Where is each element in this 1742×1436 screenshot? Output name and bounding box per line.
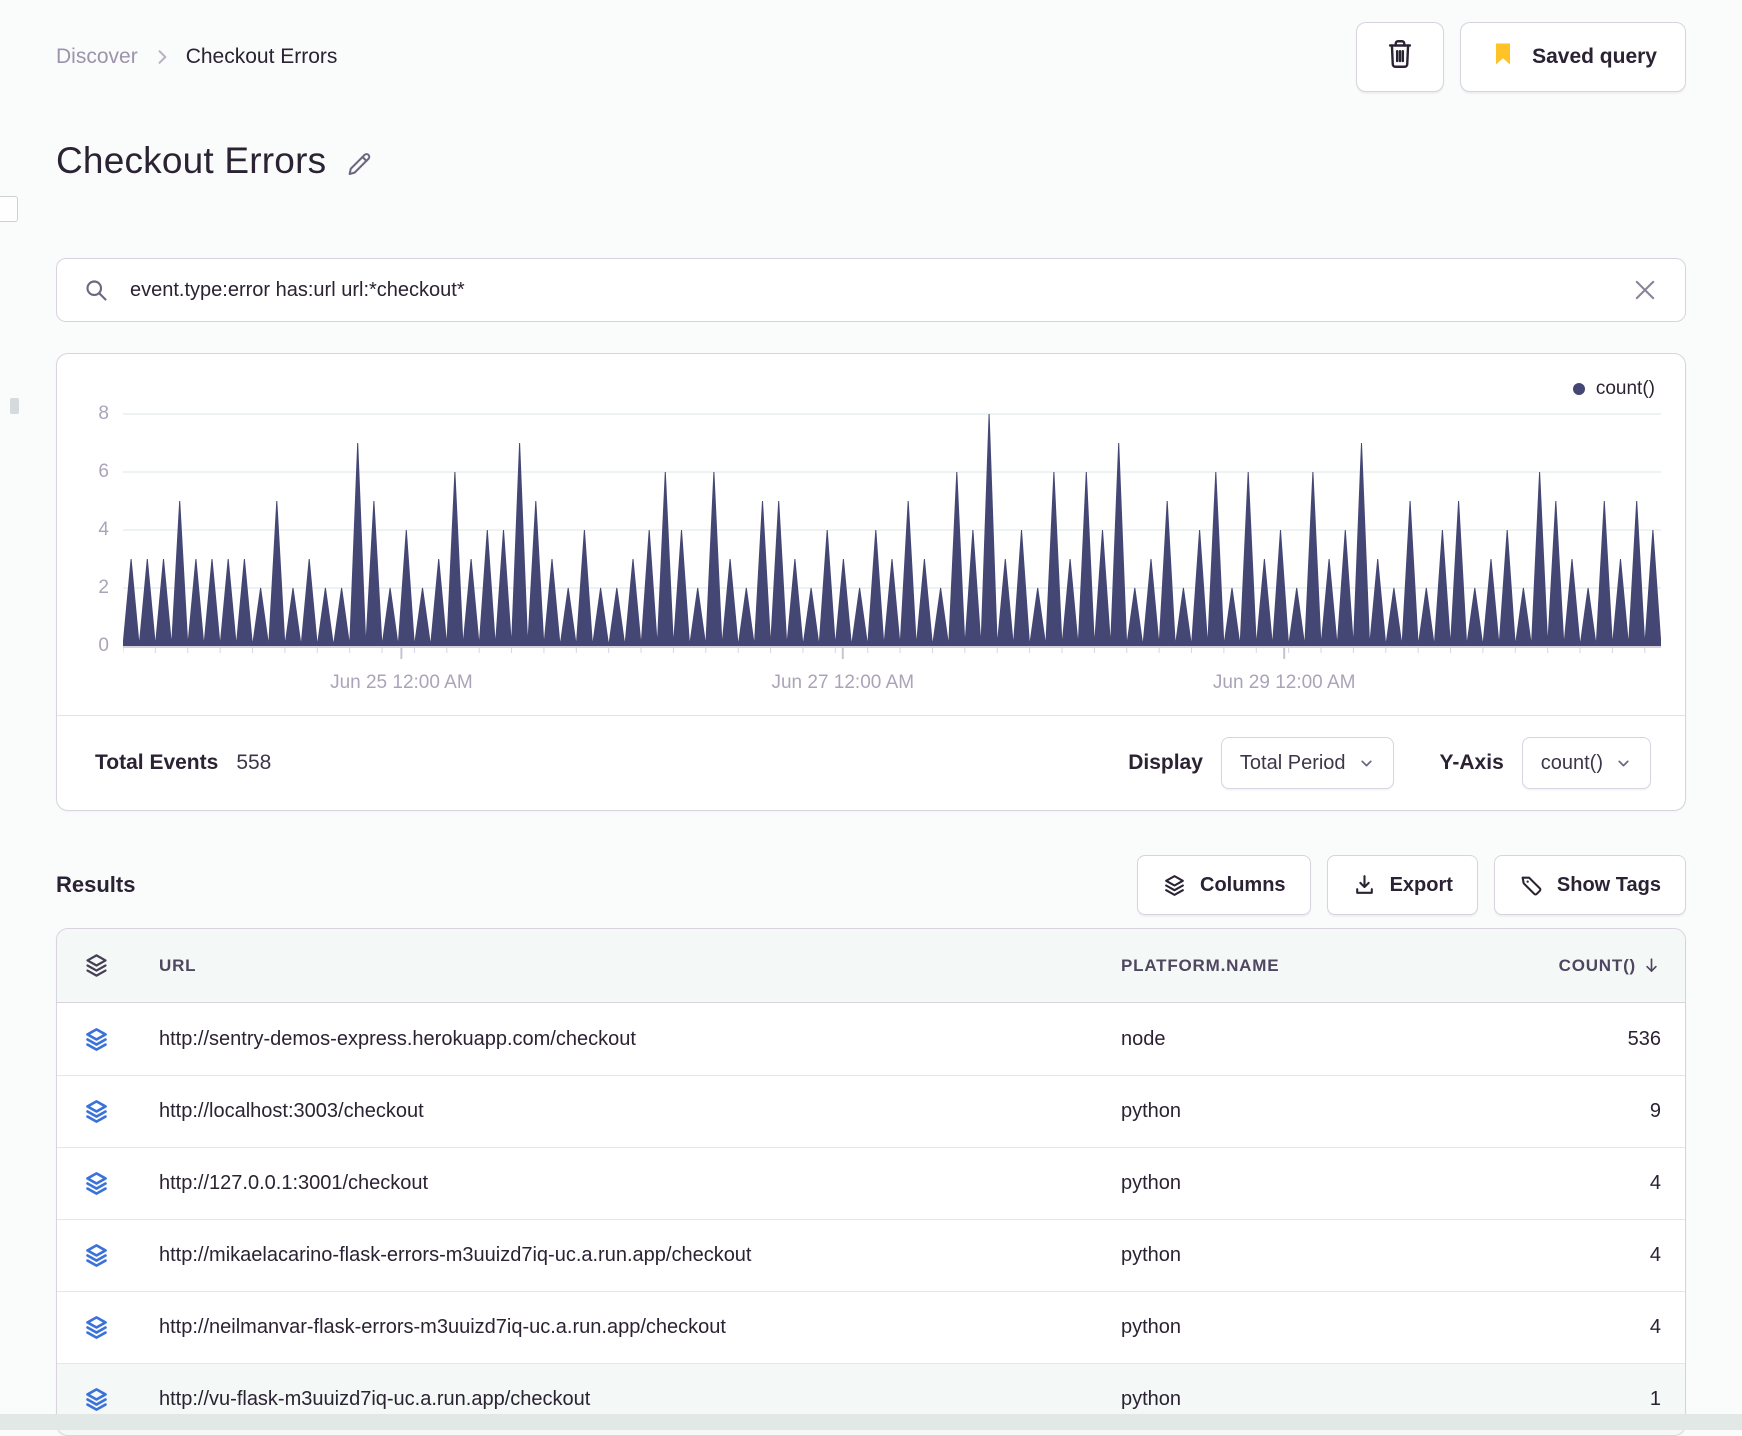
breadcrumb-current: Checkout Errors <box>185 45 338 68</box>
show-tags-label: Show Tags <box>1556 873 1661 896</box>
title-row: Checkout Errors <box>56 140 1686 182</box>
table-header: URL PLATFORM.NAME COUNT() <box>57 929 1685 1003</box>
saved-query-button[interactable]: Saved query <box>1460 22 1686 92</box>
row-url: http://vu-flask-m3uuizd7iq-uc.a.run.app/… <box>159 1388 591 1410</box>
download-icon <box>1352 873 1377 898</box>
stack-icon[interactable] <box>57 952 135 979</box>
chevron-right-icon <box>152 47 172 67</box>
stack-icon[interactable] <box>57 1386 135 1413</box>
search-input[interactable] <box>130 278 1611 302</box>
table-row[interactable]: http://neilmanvar-flask-errors-m3uuizd7i… <box>57 1291 1685 1363</box>
page: Discover Checkout Errors Saved query Che… <box>0 0 1742 1436</box>
stack-icon[interactable] <box>57 1242 135 1269</box>
bookmark-icon <box>1489 40 1517 74</box>
clear-search-icon[interactable] <box>1631 276 1659 304</box>
tag-icon <box>1519 873 1544 898</box>
row-url: http://mikaelacarino-flask-errors-m3uuiz… <box>159 1244 752 1266</box>
export-label: Export <box>1389 873 1453 896</box>
x-tick-label: Jun 25 12:00 AM <box>330 672 473 693</box>
page-bottom-strip <box>0 1414 1742 1430</box>
y-tick-label: 0 <box>98 635 109 656</box>
x-tick-label: Jun 29 12:00 AM <box>1212 672 1356 693</box>
y-tick-label: 6 <box>98 461 109 482</box>
breadcrumb-discover[interactable]: Discover <box>56 45 138 69</box>
trash-icon <box>1383 37 1417 77</box>
table-row[interactable]: http://mikaelacarino-flask-errors-m3uuiz… <box>57 1219 1685 1291</box>
stack-icon[interactable] <box>57 1170 135 1197</box>
y-tick-label: 4 <box>98 519 109 540</box>
row-count: 4 <box>1649 1172 1661 1194</box>
show-tags-button[interactable]: Show Tags <box>1493 855 1686 915</box>
yaxis-dropdown-value: count() <box>1540 751 1603 774</box>
saved-query-label: Saved query <box>1532 45 1657 68</box>
column-header-url[interactable]: URL <box>135 956 1121 976</box>
chart-panel: count() 0 2 4 6 8 Jun 25 12:00 AM Jun 27 12:0… <box>56 353 1686 811</box>
row-count: 4 <box>1649 1316 1661 1338</box>
columns-button[interactable]: Columns <box>1137 855 1311 915</box>
sort-desc-icon <box>1642 956 1661 975</box>
row-count: 9 <box>1649 1100 1661 1122</box>
search-icon <box>83 277 110 304</box>
legend-dot-icon <box>1572 383 1585 395</box>
chevron-down-icon <box>1358 755 1375 772</box>
display-dropdown-value: Total Period <box>1239 751 1346 774</box>
row-count: 4 <box>1649 1244 1661 1266</box>
table-row[interactable]: http://sentry-demos-express.herokuapp.co… <box>57 1003 1685 1075</box>
stack-icon[interactable] <box>57 1098 135 1125</box>
x-tick-label: Jun 27 12:00 AM <box>771 672 915 693</box>
row-url: http://127.0.0.1:3001/checkout <box>159 1172 429 1194</box>
row-platform: python <box>1121 1172 1182 1194</box>
total-events-value: 558 <box>236 751 272 774</box>
y-tick-label: 8 <box>98 403 109 424</box>
chart-footer: Total Events 558 Display Total Period Y-… <box>57 715 1685 810</box>
columns-label: Columns <box>1200 873 1286 896</box>
row-url: http://localhost:3003/checkout <box>159 1100 424 1122</box>
window-edge-artifact <box>0 196 18 222</box>
row-url: http://sentry-demos-express.herokuapp.co… <box>159 1027 636 1050</box>
chart-controls: Display Total Period Y-Axis count() <box>1128 737 1651 789</box>
events-area-chart <box>123 413 1661 659</box>
total-events-label: Total Events <box>95 751 219 774</box>
row-platform: python <box>1121 1388 1182 1410</box>
row-count: 1 <box>1649 1388 1661 1410</box>
total-events: Total Events 558 <box>95 751 271 775</box>
edit-title-icon[interactable] <box>344 149 374 179</box>
yaxis-dropdown[interactable]: count() <box>1521 737 1651 789</box>
yaxis-label: Y-Axis <box>1439 751 1504 774</box>
search-bar <box>56 258 1686 322</box>
top-bar: Discover Checkout Errors Saved query <box>56 22 1686 92</box>
table-body: http://sentry-demos-express.herokuapp.co… <box>57 1003 1685 1435</box>
window-edge-artifact <box>10 398 19 414</box>
results-heading: Results <box>56 872 136 897</box>
chart-legend: count() <box>1572 378 1655 400</box>
stack-icon <box>1162 873 1187 898</box>
display-label: Display <box>1128 751 1203 774</box>
chevron-down-icon <box>1615 755 1632 772</box>
results-row: Results Columns Export Show Tags <box>56 855 1686 915</box>
table-row[interactable]: http://127.0.0.1:3001/checkout python 4 <box>57 1147 1685 1219</box>
row-url: http://neilmanvar-flask-errors-m3uuizd7i… <box>159 1316 726 1338</box>
legend-label: count() <box>1595 378 1655 399</box>
results-buttons: Columns Export Show Tags <box>1137 855 1686 915</box>
row-platform: python <box>1121 1316 1182 1338</box>
table-row[interactable]: http://localhost:3003/checkout python 9 <box>57 1075 1685 1147</box>
row-platform: python <box>1121 1100 1182 1122</box>
display-dropdown[interactable]: Total Period <box>1220 737 1394 789</box>
results-table: URL PLATFORM.NAME COUNT() http://sentry-… <box>56 928 1686 1436</box>
page-title: Checkout Errors <box>56 140 327 181</box>
delete-query-button[interactable] <box>1356 22 1445 92</box>
row-platform: python <box>1121 1244 1182 1266</box>
stack-icon[interactable] <box>57 1314 135 1341</box>
y-tick-label: 2 <box>98 577 109 598</box>
top-actions: Saved query <box>1356 22 1686 92</box>
breadcrumb: Discover Checkout Errors <box>56 45 337 69</box>
row-count: 536 <box>1627 1027 1661 1050</box>
column-header-count[interactable]: COUNT() <box>1511 956 1661 976</box>
stack-icon[interactable] <box>57 1026 135 1053</box>
export-button[interactable]: Export <box>1326 855 1478 915</box>
row-platform: node <box>1121 1027 1166 1050</box>
column-header-platform[interactable]: PLATFORM.NAME <box>1121 956 1511 976</box>
